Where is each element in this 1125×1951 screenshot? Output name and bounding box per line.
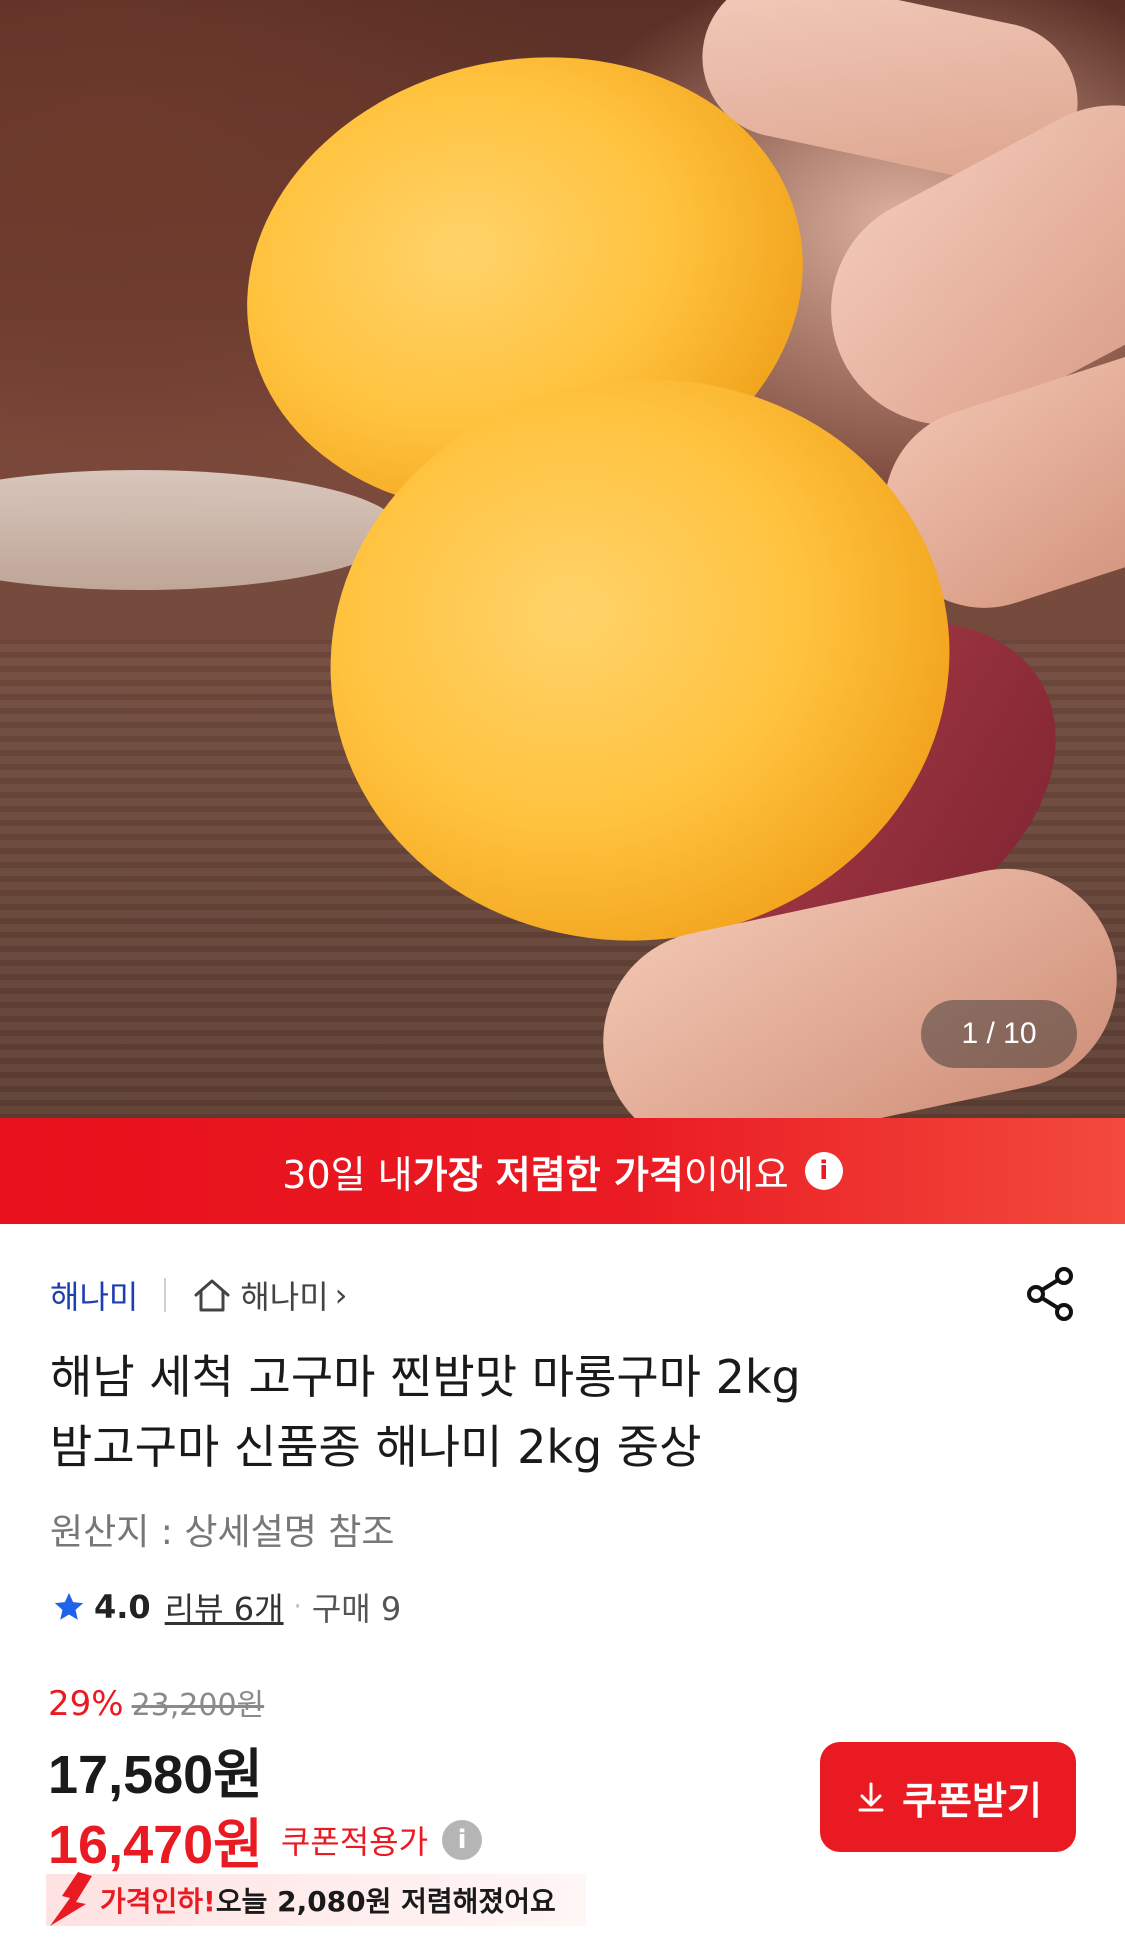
product-image[interactable]: 1 / 10: [0, 0, 1125, 1118]
star-icon: [54, 1592, 84, 1620]
rating-row: 4.0 리뷰 6개 · 구매 9: [52, 1584, 401, 1630]
arrow-down-icon: [50, 1872, 92, 1926]
store-name: 해나미: [240, 1278, 329, 1316]
lowest-price-banner[interactable]: 30일 내 가장 저렴한 가격 이에요 i: [0, 1118, 1125, 1224]
coupon-price-row: 16,470원 쿠폰적용가 i: [48, 1800, 483, 1879]
banner-suffix: 이에요: [683, 1152, 789, 1197]
chevron-right-icon: ›: [334, 1276, 348, 1314]
bowl-decoration: [0, 470, 400, 590]
image-counter: 1 / 10: [921, 1000, 1077, 1068]
info-icon[interactable]: i: [442, 1819, 483, 1860]
share-icon[interactable]: [1024, 1266, 1080, 1322]
product-title: 해남 세척 고구마 찐밤맛 마롱구마 2kg 밤고구마 신품종 해나미 2kg …: [50, 1342, 1070, 1482]
purchase-count: 구매 9: [311, 1590, 402, 1628]
price-drop-badge: 가격인하! 오늘 2,080원 저렴해졌어요: [46, 1872, 586, 1926]
product-title-line: 밤고구마 신품종 해나미 2kg 중상: [50, 1420, 702, 1474]
discount-percent: 29%: [48, 1684, 124, 1724]
get-coupon-button[interactable]: 쿠폰받기: [820, 1742, 1076, 1852]
get-coupon-label: 쿠폰받기: [902, 1780, 1042, 1823]
price-drop-message: 오늘 2,080원 저렴해졌어요: [215, 1885, 556, 1918]
seller-row: 해나미 해나미 ›: [50, 1270, 347, 1320]
banner-highlight: 가장 저렴한 가격: [412, 1152, 684, 1197]
sale-price: 17,580원: [48, 1745, 263, 1805]
coupon-price-label: 쿠폰적용가: [280, 1822, 429, 1861]
divider: [164, 1278, 167, 1312]
seller-brand-link[interactable]: 해나미: [50, 1272, 138, 1318]
discount-row: 29% 23,200원: [48, 1680, 264, 1724]
product-title-line: 해남 세척 고구마 찐밤맛 마롱구마 2kg: [50, 1350, 801, 1404]
reviews-link[interactable]: 리뷰 6개: [165, 1584, 284, 1630]
original-price: 23,200원: [131, 1688, 265, 1723]
store-link[interactable]: 해나미 ›: [192, 1272, 347, 1318]
rating-score: 4.0: [94, 1588, 151, 1626]
origin-info: 원산지 : 상세설명 참조: [50, 1512, 395, 1553]
separator-dot: ·: [293, 1592, 302, 1622]
banner-prefix: 30일 내: [282, 1152, 413, 1197]
home-icon: [194, 1279, 230, 1312]
download-icon: [858, 1782, 884, 1812]
info-icon[interactable]: i: [804, 1152, 843, 1190]
coupon-price: 16,470원: [48, 1815, 263, 1875]
price-drop-lead: 가격인하!: [100, 1885, 216, 1918]
